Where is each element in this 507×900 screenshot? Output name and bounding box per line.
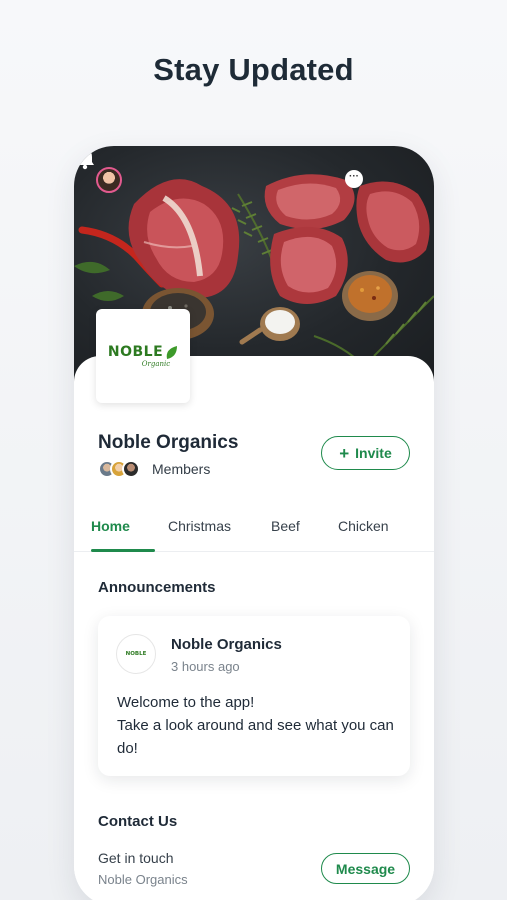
invite-button[interactable]: + Invite bbox=[321, 436, 410, 470]
announcement-post[interactable]: NOBLE Noble Organics 3 hours ago Welcome… bbox=[98, 616, 410, 776]
tab-bar: Home Christmas Beef Chicken bbox=[74, 512, 434, 552]
tab-beef[interactable]: Beef bbox=[271, 518, 300, 534]
active-tab-indicator bbox=[91, 549, 155, 552]
member-avatar bbox=[122, 460, 140, 478]
bell-icon[interactable] bbox=[74, 146, 96, 170]
tab-home[interactable]: Home bbox=[91, 518, 130, 534]
plus-icon: + bbox=[339, 443, 350, 463]
post-author: Noble Organics bbox=[171, 636, 282, 653]
message-button[interactable]: Message bbox=[321, 853, 410, 884]
post-body: Welcome to the app! Take a look around a… bbox=[117, 691, 402, 760]
contact-name: Noble Organics bbox=[98, 872, 188, 887]
leaf-icon bbox=[166, 345, 178, 359]
post-timestamp: 3 hours ago bbox=[171, 659, 240, 674]
phone-frame: ··· NOBLE Organic Noble Organics Members… bbox=[74, 146, 434, 900]
announcements-title: Announcements bbox=[98, 579, 216, 596]
post-line: Welcome to the app! bbox=[117, 694, 255, 711]
chat-bubble-icon[interactable]: ··· bbox=[345, 170, 363, 188]
tab-chicken[interactable]: Chicken bbox=[338, 518, 389, 534]
contact-title: Contact Us bbox=[98, 813, 178, 830]
invite-label: Invite bbox=[355, 445, 392, 461]
site-name: Noble Organics bbox=[98, 432, 239, 453]
site-logo: NOBLE Organic bbox=[96, 309, 190, 403]
post-line: Take a look around and see what you can … bbox=[117, 717, 394, 757]
contact-subtitle: Get in touch bbox=[98, 850, 174, 866]
tab-christmas[interactable]: Christmas bbox=[168, 518, 231, 534]
logo-wordmark: NOBLE bbox=[108, 344, 178, 360]
members-row[interactable]: Members bbox=[98, 460, 210, 478]
profile-avatar[interactable] bbox=[96, 167, 122, 193]
members-label: Members bbox=[152, 461, 211, 477]
post-author-logo: NOBLE bbox=[116, 634, 156, 674]
logo-subtext: Organic bbox=[141, 360, 171, 368]
page-headline: Stay Updated bbox=[153, 52, 354, 87]
